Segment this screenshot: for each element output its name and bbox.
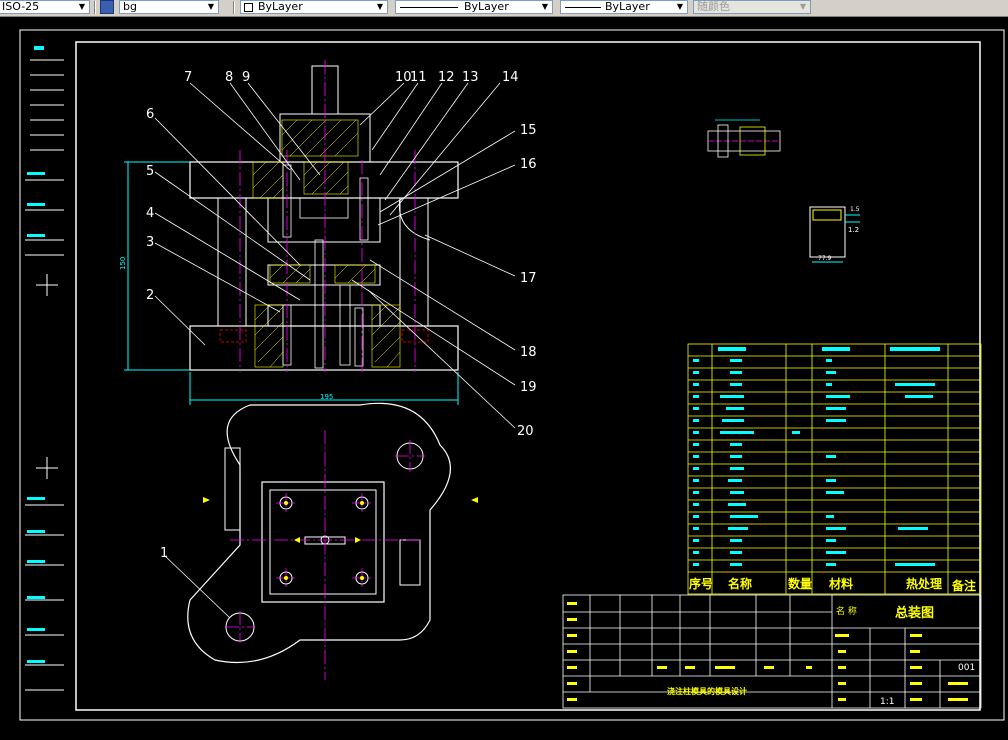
bom-header-material: 材料 (828, 576, 853, 591)
part-label: 13 (462, 70, 479, 85)
properties-toolbar: ISO-25 ▼ bg ▼ ByLayer ▼ ByLayer ▼ ByLaye… (0, 0, 1008, 17)
layer-select[interactable]: bg ▼ (119, 0, 219, 14)
part-label: 3 (146, 235, 154, 250)
part-label: 4 (146, 206, 154, 221)
drawing-canvas[interactable]: 150 195 7 8 9 10 11 12 13 14 15 16 6 5 4… (0, 17, 1008, 740)
detail-dim-a: 1.2 (848, 226, 859, 234)
assembly-section-view: 150 195 (119, 60, 516, 619)
part-label: 16 (520, 157, 537, 172)
chevron-down-icon[interactable]: ▼ (75, 1, 89, 13)
part-label: 5 (146, 164, 154, 179)
detail-dim-c: 1.5 (850, 206, 860, 213)
chevron-down-icon[interactable]: ▼ (204, 1, 218, 13)
dimstyle-value: ISO-25 (2, 0, 40, 13)
drawing-title: 总装图 (895, 605, 934, 621)
bom-header-qty: 数量 (788, 576, 812, 591)
detail-view-part (707, 119, 781, 158)
part-label: 6 (146, 107, 154, 122)
lineweight-value: ByLayer (605, 0, 650, 13)
plotstyle-value: 随颜色 (697, 0, 730, 13)
title-name-label: 名 称 (836, 605, 857, 617)
part-label: 1 (160, 546, 168, 561)
toolbar-separator (94, 1, 96, 14)
chevron-down-icon[interactable]: ▼ (673, 1, 687, 13)
layer-value: bg (123, 0, 137, 13)
bom-header-name: 名称 (728, 576, 752, 591)
toolbar-separator (233, 1, 235, 14)
color-swatch-icon (244, 3, 253, 12)
linetype-preview (400, 7, 458, 8)
linetype-value: ByLayer (464, 0, 509, 13)
chevron-down-icon: ▼ (799, 2, 807, 11)
part-label: 12 (438, 70, 455, 85)
bom-header-remark: 备注 (951, 578, 976, 593)
part-number-labels: 7 8 9 10 11 12 13 14 15 16 6 5 4 3 2 17 … (146, 70, 537, 561)
part-label: 17 (520, 271, 537, 286)
part-label: 7 (184, 70, 192, 85)
dimstyle-select[interactable]: ISO-25 ▼ (0, 0, 90, 14)
part-label: 18 (520, 345, 537, 360)
chevron-down-icon[interactable]: ▼ (538, 1, 552, 13)
color-select[interactable]: ByLayer ▼ (240, 0, 388, 14)
chevron-down-icon[interactable]: ▼ (373, 1, 387, 13)
part-label: 15 (520, 123, 537, 138)
plotstyle-select[interactable]: 随颜色 ▼ (693, 0, 811, 14)
color-value: ByLayer (258, 0, 303, 13)
part-label: 20 (517, 424, 534, 439)
crosshair-markers (36, 274, 58, 479)
part-label: 8 (225, 70, 233, 85)
design-title: 浇注柱模具的模具设计 (667, 686, 747, 696)
left-margin-strips (25, 59, 64, 691)
lineweight-select[interactable]: ByLayer ▼ (560, 0, 688, 14)
lineweight-preview (565, 7, 601, 8)
part-label: 19 (520, 380, 537, 395)
drawing-scale: 1:1 (880, 697, 894, 707)
bom-header-seq: 序号 (689, 576, 713, 591)
part-label: 11 (410, 70, 427, 85)
layer-manager-icon[interactable] (100, 0, 114, 14)
detail-dim-b: 77.9 (818, 255, 832, 262)
bom-header-treatment: 热处理 (906, 576, 942, 591)
dim-width: 195 (320, 393, 333, 401)
part-label: 14 (502, 70, 519, 85)
detail-view-section: 1.2 77.9 1.5 (809, 206, 860, 263)
linetype-select[interactable]: ByLayer ▼ (395, 0, 553, 14)
drawing-number: 001 (958, 663, 975, 673)
part-label: 9 (242, 70, 250, 85)
plan-view (187, 402, 478, 680)
title-block: 名 称 总装图 浇注柱模具的模具设计 001 1:1 (562, 594, 982, 709)
left-margin-labels (27, 46, 45, 663)
part-label: 2 (146, 288, 154, 303)
dim-height: 150 (119, 257, 127, 270)
bom-table: 序号 名称 数量 材料 热处理 备注 (687, 343, 982, 595)
